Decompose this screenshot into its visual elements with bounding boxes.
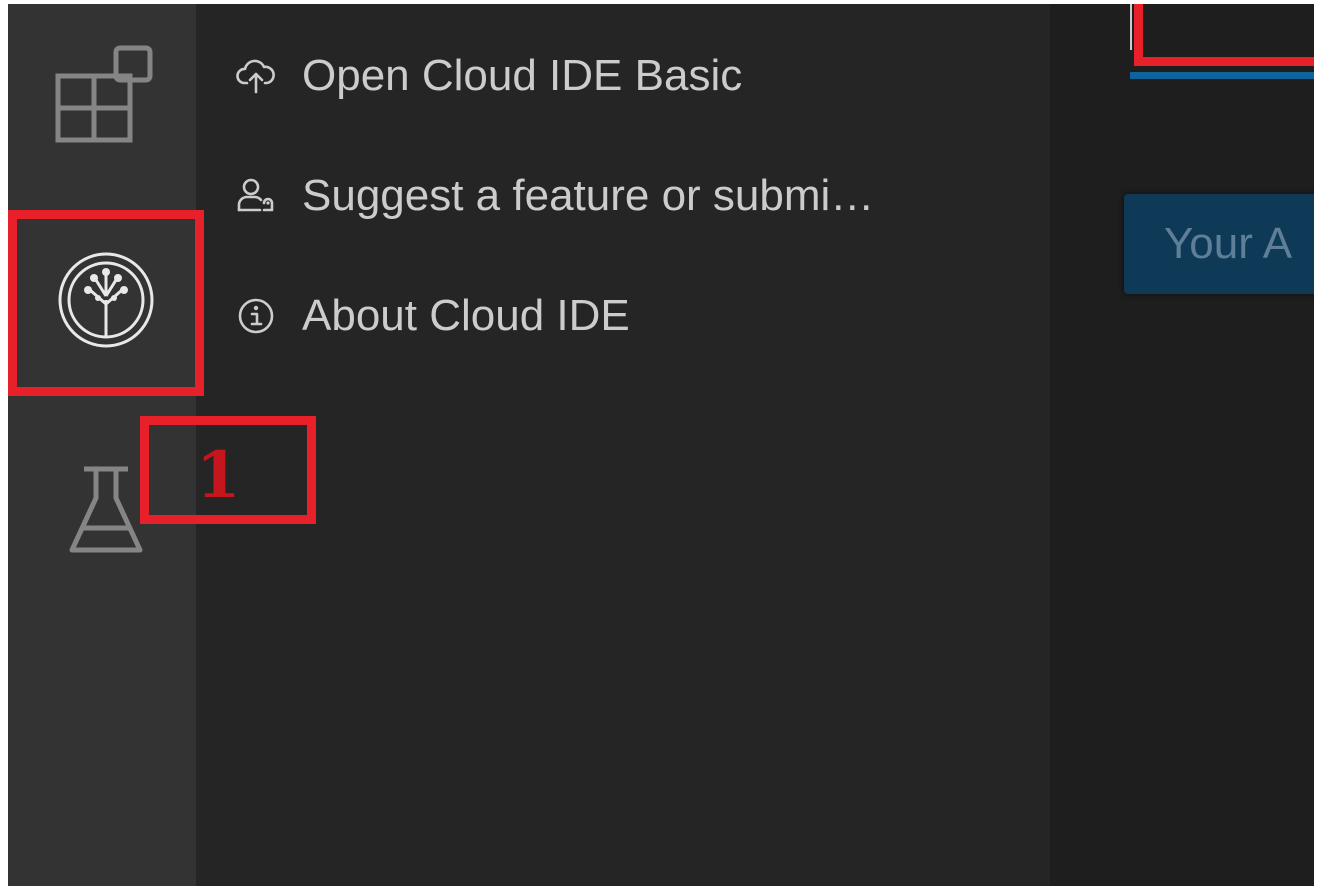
active-tab-underline	[1130, 72, 1314, 79]
editor-action-button[interactable]: Your A	[1124, 194, 1314, 294]
vscode-window: Open Cloud IDE Basic Suggest a feature o…	[8, 4, 1314, 886]
extensions-icon[interactable]	[52, 42, 162, 146]
person-feedback-icon	[237, 178, 274, 212]
menu-item-label: About Cloud IDE	[302, 291, 630, 340]
testing-flask-icon[interactable]	[66, 464, 146, 556]
menu-item-suggest-feature[interactable]: Suggest a feature or submi…	[236, 166, 874, 226]
annotation-number: 1	[196, 438, 241, 513]
menu-item-label: Suggest a feature or submi…	[302, 171, 875, 220]
editor-caret	[1130, 4, 1132, 50]
sidebar-panel: Open Cloud IDE Basic Suggest a feature o…	[196, 4, 1050, 886]
editor-area: Your A	[1050, 4, 1314, 886]
cloud-upload-icon	[236, 59, 275, 94]
info-icon	[238, 298, 274, 334]
menu-item-label: Open Cloud IDE Basic	[302, 51, 743, 100]
menu-item-open-cloud-ide-basic[interactable]: Open Cloud IDE Basic	[236, 46, 742, 106]
highlight-box-cloud-ide	[8, 210, 204, 396]
menu-item-about-cloud-ide[interactable]: About Cloud IDE	[236, 286, 630, 346]
highlight-box-editor	[1134, 4, 1314, 66]
